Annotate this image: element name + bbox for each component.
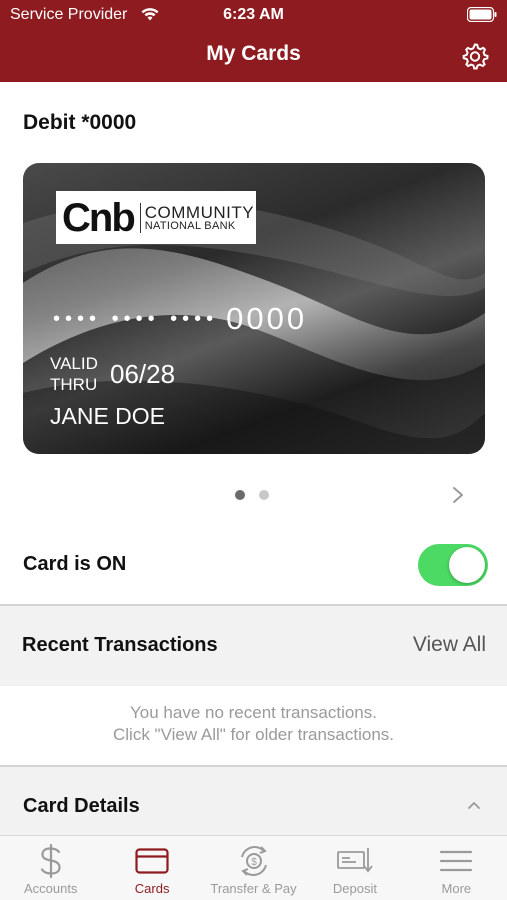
card-details-title: Card Details — [23, 795, 140, 817]
card-icon — [132, 843, 172, 879]
page-title: My Cards — [206, 42, 301, 65]
valid-thru-label: VALID THRU — [50, 353, 98, 395]
card-details-header[interactable]: Card Details — [0, 767, 507, 835]
logo-mark: Cnb — [62, 195, 136, 240]
thru-label: THRU — [50, 375, 98, 394]
tab-label: Accounts — [23, 881, 78, 896]
card-heading: Debit *0000 — [23, 111, 137, 134]
settings-button[interactable] — [458, 40, 492, 72]
deposit-check-icon — [335, 843, 375, 879]
tab-label: Cards — [134, 881, 170, 896]
tab-cards[interactable]: Cards — [101, 836, 202, 900]
no-transactions-message: You have no recent transactions. Click "… — [0, 702, 507, 746]
card-pager[interactable] — [235, 490, 269, 500]
dollar-icon — [31, 843, 71, 879]
card-expiry: 06/28 — [110, 359, 176, 389]
card-number: •••• •••• •••• 0000 — [53, 301, 307, 337]
tab-bar: Accounts Cards $ Transfer & Pay Deposit … — [0, 835, 507, 900]
toggle-knob — [449, 547, 485, 583]
app-header: Service Provider 6:23 AM My Cards — [0, 0, 507, 82]
tab-label: More — [441, 881, 472, 896]
logo-text: COMMUNITY NATIONAL BANK — [145, 204, 254, 232]
card-on-toggle[interactable] — [418, 544, 488, 586]
svg-text:$: $ — [251, 857, 257, 868]
transfer-icon: $ — [234, 843, 274, 879]
chevron-up-icon[interactable] — [466, 799, 482, 811]
chevron-right-icon[interactable] — [448, 484, 468, 506]
logo-line2: NATIONAL BANK — [144, 219, 236, 232]
valid-label: VALID — [50, 354, 98, 373]
status-time: 6:23 AM — [223, 6, 284, 23]
empty-line-2: Click "View All" for older transactions. — [112, 725, 395, 744]
card-holder-name: JANE DOE — [50, 403, 166, 429]
view-all-link[interactable]: View All — [413, 633, 486, 657]
card-number-masked: •••• •••• •••• — [53, 307, 219, 330]
tab-transfer-pay[interactable]: $ Transfer & Pay — [203, 836, 304, 900]
tab-label: Transfer & Pay — [210, 881, 297, 896]
battery-icon — [467, 7, 497, 22]
recent-transactions-title: Recent Transactions — [22, 634, 218, 656]
tab-accounts[interactable]: Accounts — [0, 836, 101, 900]
logo-line1: COMMUNITY — [144, 202, 255, 222]
recent-transactions-header: Recent Transactions View All — [0, 606, 507, 686]
tab-more[interactable]: More — [406, 836, 507, 900]
debit-card-image[interactable]: Cnb COMMUNITY NATIONAL BANK •••• •••• ••… — [23, 163, 485, 454]
card-status-label: Card is ON — [23, 553, 127, 575]
logo-divider — [139, 202, 141, 233]
tab-label: Deposit — [332, 881, 377, 896]
empty-line-1: You have no recent transactions. — [130, 703, 377, 722]
pager-dot[interactable] — [259, 490, 269, 500]
gear-icon — [462, 43, 489, 70]
card-number-last4: 0000 — [226, 301, 308, 336]
pager-dot-active[interactable] — [235, 490, 245, 500]
bank-logo: Cnb COMMUNITY NATIONAL BANK — [56, 191, 256, 244]
status-bar: Service Provider 6:23 AM — [0, 0, 507, 30]
menu-icon — [436, 843, 476, 879]
tab-deposit[interactable]: Deposit — [304, 836, 405, 900]
